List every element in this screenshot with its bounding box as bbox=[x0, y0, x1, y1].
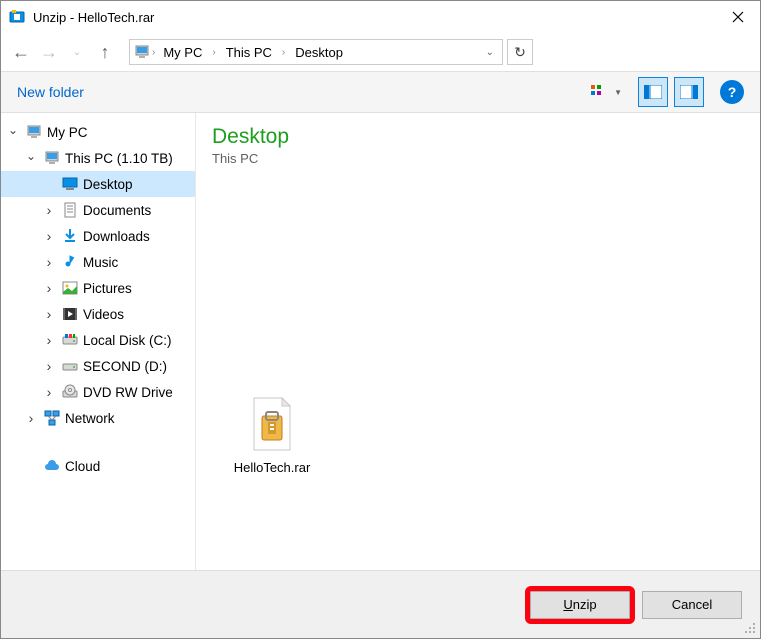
dialog-footer: Unzip Cancel bbox=[1, 570, 760, 638]
chevron-right-icon: › bbox=[210, 47, 217, 58]
rar-file-icon bbox=[244, 396, 300, 452]
tree-label: Documents bbox=[83, 203, 151, 218]
back-button[interactable]: ← bbox=[9, 40, 33, 64]
expand-toggle[interactable] bbox=[41, 384, 57, 400]
tree-label: Videos bbox=[83, 307, 124, 322]
drive-icon bbox=[61, 331, 79, 349]
titlebar: Unzip - HelloTech.rar bbox=[1, 1, 760, 33]
details-pane-button[interactable] bbox=[674, 77, 704, 107]
tree-label: DVD RW Drive bbox=[83, 385, 173, 400]
disc-drive-icon bbox=[61, 383, 79, 401]
tree-label: This PC (1.10 TB) bbox=[65, 151, 173, 166]
address-dropdown[interactable]: ⌄ bbox=[482, 47, 498, 58]
location-title: Desktop bbox=[212, 125, 744, 149]
network-icon bbox=[43, 409, 61, 427]
tree-label: Music bbox=[83, 255, 118, 270]
expand-toggle[interactable] bbox=[5, 125, 21, 139]
content-pane[interactable]: Desktop This PC HelloTech.rar bbox=[196, 113, 760, 570]
view-options-icon[interactable] bbox=[588, 82, 608, 102]
expand-toggle[interactable] bbox=[41, 228, 57, 244]
expand-toggle[interactable] bbox=[41, 306, 57, 322]
up-button[interactable]: ↑ bbox=[93, 40, 117, 64]
expand-toggle[interactable] bbox=[41, 254, 57, 270]
crumb-desktop[interactable]: Desktop bbox=[289, 43, 349, 62]
cancel-button[interactable]: Cancel bbox=[642, 591, 742, 619]
tree-label: Local Disk (C:) bbox=[83, 333, 172, 348]
breadcrumb: My PC › This PC › Desktop bbox=[157, 43, 349, 62]
tree-item-network[interactable]: Network bbox=[1, 405, 195, 431]
unzip-dialog: Unzip - HelloTech.rar ← → ⌄ ↑ › My PC › … bbox=[0, 0, 761, 639]
forward-button[interactable]: → bbox=[37, 40, 61, 64]
videos-icon bbox=[61, 305, 79, 323]
pc-icon bbox=[134, 44, 150, 60]
tree-item-documents[interactable]: Documents bbox=[1, 197, 195, 223]
address-bar[interactable]: › My PC › This PC › Desktop ⌄ bbox=[129, 39, 503, 65]
view-dropdown[interactable]: ▼ bbox=[614, 88, 622, 97]
tree-label: Desktop bbox=[83, 177, 133, 192]
pc-icon bbox=[43, 149, 61, 167]
crumb-my-pc[interactable]: My PC bbox=[157, 43, 208, 62]
location-subtitle: This PC bbox=[212, 151, 744, 166]
expand-toggle[interactable] bbox=[41, 332, 57, 348]
tree-label: Cloud bbox=[65, 459, 100, 474]
tree-label: SECOND (D:) bbox=[83, 359, 167, 374]
chevron-right-icon: › bbox=[150, 47, 157, 58]
chevron-right-icon: › bbox=[280, 47, 287, 58]
documents-icon bbox=[61, 201, 79, 219]
music-icon bbox=[61, 253, 79, 271]
expand-toggle[interactable] bbox=[23, 151, 39, 165]
preview-pane-button[interactable] bbox=[638, 77, 668, 107]
tree-item-cloud[interactable]: Cloud bbox=[1, 453, 195, 479]
tree-label: Network bbox=[65, 411, 115, 426]
tree-item-downloads[interactable]: Downloads bbox=[1, 223, 195, 249]
unzip-button[interactable]: Unzip bbox=[530, 591, 630, 619]
folder-tree: My PC This PC (1.10 TB) Desktop Document… bbox=[1, 113, 196, 570]
window-title: Unzip - HelloTech.rar bbox=[33, 10, 154, 25]
tree-label: Pictures bbox=[83, 281, 132, 296]
desktop-icon bbox=[61, 175, 79, 193]
expand-toggle[interactable] bbox=[41, 202, 57, 218]
new-folder-button[interactable]: New folder bbox=[17, 84, 84, 100]
expand-toggle[interactable] bbox=[23, 410, 39, 426]
tree-item-this-pc[interactable]: This PC (1.10 TB) bbox=[1, 145, 195, 171]
tree-item-desktop[interactable]: Desktop bbox=[1, 171, 195, 197]
recent-dropdown[interactable]: ⌄ bbox=[65, 40, 89, 64]
app-icon bbox=[9, 9, 25, 25]
expand-toggle[interactable] bbox=[41, 280, 57, 296]
file-name: HelloTech.rar bbox=[212, 460, 332, 475]
pictures-icon bbox=[61, 279, 79, 297]
tree-item-my-pc[interactable]: My PC bbox=[1, 119, 195, 145]
tree-item-dvd-drive[interactable]: DVD RW Drive bbox=[1, 379, 195, 405]
downloads-icon bbox=[61, 227, 79, 245]
tree-item-local-disk[interactable]: Local Disk (C:) bbox=[1, 327, 195, 353]
crumb-this-pc[interactable]: This PC bbox=[220, 43, 278, 62]
pc-icon bbox=[25, 123, 43, 141]
drive-icon bbox=[61, 357, 79, 375]
help-button[interactable]: ? bbox=[720, 80, 744, 104]
tree-item-music[interactable]: Music bbox=[1, 249, 195, 275]
expand-toggle[interactable] bbox=[41, 358, 57, 374]
file-item[interactable]: HelloTech.rar bbox=[212, 396, 332, 475]
tree-item-pictures[interactable]: Pictures bbox=[1, 275, 195, 301]
tree-label: Downloads bbox=[83, 229, 150, 244]
body-area: My PC This PC (1.10 TB) Desktop Document… bbox=[1, 113, 760, 570]
resize-grip[interactable] bbox=[744, 622, 756, 634]
refresh-button[interactable]: ↻ bbox=[507, 39, 533, 65]
tree-label: My PC bbox=[47, 125, 88, 140]
cloud-icon bbox=[43, 457, 61, 475]
toolbar: New folder ▼ ? bbox=[1, 71, 760, 113]
close-button[interactable] bbox=[716, 1, 760, 33]
tree-item-second-drive[interactable]: SECOND (D:) bbox=[1, 353, 195, 379]
tree-item-videos[interactable]: Videos bbox=[1, 301, 195, 327]
navigation-bar: ← → ⌄ ↑ › My PC › This PC › Desktop ⌄ ↻ bbox=[1, 33, 760, 71]
